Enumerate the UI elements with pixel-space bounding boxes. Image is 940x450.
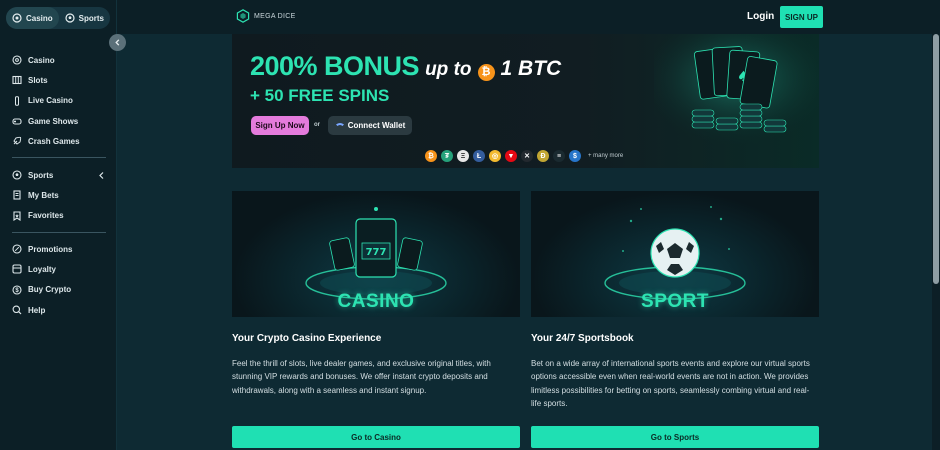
dice-logo-icon: [236, 9, 250, 23]
page-scrollbar[interactable]: [932, 0, 940, 450]
sidebar-item-label: Buy Crypto: [28, 285, 72, 295]
football-icon: [65, 13, 75, 23]
sidebar-item-label: Crash Games: [28, 136, 80, 146]
go-to-sports-button[interactable]: Go to Sports: [531, 426, 819, 448]
sidebar-item-casino[interactable]: Casino: [0, 50, 117, 70]
sidebar-item-label: Sports: [28, 170, 54, 180]
chevron-left-icon[interactable]: [98, 171, 105, 179]
sidebar-item-crash-games[interactable]: Crash Games: [0, 131, 117, 151]
sidebar-item-label: Casino: [28, 55, 55, 65]
chevron-left-icon: [115, 39, 120, 46]
signup-now-button[interactable]: Sign Up Now: [251, 116, 309, 135]
scrollbar-thumb[interactable]: [933, 34, 939, 284]
switch-casino-label: Casino: [26, 13, 53, 23]
live-casino-icon: [15, 96, 19, 106]
crypto-coin-icon: Ð: [537, 150, 549, 162]
sport-feature-image[interactable]: SPORT: [531, 191, 819, 317]
crypto-coin-list: ₿ ₮ Ξ Ł ◎ ▼ ✕ Ð ≡ $ + many more: [425, 150, 623, 162]
top-header: MEGA DICE Login SIGN UP: [117, 0, 940, 34]
crypto-coin-icon: ◎: [489, 150, 501, 162]
promo-banner[interactable]: 200% BONUS up to ₿ 1 BTC + 50 FREE SPINS…: [232, 34, 819, 168]
casino-title: Your Crypto Casino Experience: [232, 333, 382, 344]
bonus-percent: 200% BONUS: [250, 51, 420, 81]
sidebar-item-favorites[interactable]: Favorites: [0, 206, 117, 226]
nav-group-casino: Casino Slots Live Casino Game Shows Cras…: [0, 50, 117, 151]
free-spins-text: + 50 FREE SPINS: [250, 86, 390, 105]
loyalty-icon: [12, 264, 22, 274]
sport-description: Bet on a wide array of international spo…: [531, 359, 810, 409]
sidebar-collapse-button[interactable]: [109, 34, 126, 51]
crypto-coin-icon: ₿: [425, 150, 437, 162]
football-icon: [12, 170, 22, 180]
sidebar-item-label: Game Shows: [28, 116, 79, 126]
switch-sports-label: Sports: [78, 13, 105, 23]
crypto-coin-icon: ✕: [521, 150, 533, 162]
sidebar-item-label: Favorites: [28, 211, 64, 221]
help-search-icon: [12, 305, 22, 315]
many-more-text: + many more: [588, 153, 624, 159]
casino-description: Feel the thrill of slots, live dealer ga…: [232, 359, 491, 395]
crypto-coin-icon: ≡: [553, 150, 565, 162]
crypto-icon: $: [12, 285, 22, 295]
sidebar-item-loyalty[interactable]: Loyalty: [0, 259, 117, 279]
game-shows-icon: [12, 118, 22, 125]
nav-group-sports: Sports My Bets Favorites: [0, 165, 117, 226]
go-to-casino-button[interactable]: Go to Casino: [232, 426, 520, 448]
crypto-coin-icon: ▼: [505, 150, 517, 162]
sidebar-divider: [12, 232, 106, 233]
casino-image-label: CASINO: [337, 291, 415, 312]
crypto-coin-icon: ₮: [441, 150, 453, 162]
sidebar-divider: [12, 157, 106, 158]
sidebar-item-label: Promotions: [28, 244, 73, 254]
casino-chip-icon: [12, 13, 22, 23]
sidebar-item-label: Help: [28, 305, 46, 315]
sidebar-item-slots[interactable]: Slots: [0, 70, 117, 90]
sidebar-item-my-bets[interactable]: My Bets: [0, 185, 117, 205]
casino-sports-switch: Casino Sports: [6, 7, 110, 29]
crypto-coin-icon: Ł: [473, 150, 485, 162]
casino-chip-icon: [12, 55, 22, 65]
sidebar-item-live-casino[interactable]: Live Casino: [0, 91, 117, 111]
svg-text:777: 777: [366, 247, 387, 258]
logo-text: MEGA DICE: [254, 12, 296, 20]
login-link[interactable]: Login: [747, 11, 774, 22]
crypto-coin-icon: Ξ: [457, 150, 469, 162]
bitcoin-icon: ₿: [477, 64, 495, 81]
or-text: or: [314, 122, 320, 128]
sidebar-item-label: Loyalty: [28, 264, 57, 274]
banner-headline: 200% BONUS up to ₿ 1 BTC: [250, 51, 561, 82]
switch-casino[interactable]: Casino: [6, 7, 59, 29]
crypto-coin-icon: $: [569, 150, 581, 162]
bonus-up-to: up to: [425, 59, 472, 80]
poker-cards-illustration: ♠: [654, 34, 819, 146]
switch-sports[interactable]: Sports: [59, 7, 110, 29]
sidebar-item-game-shows[interactable]: Game Shows: [0, 111, 117, 131]
rocket-icon: [13, 137, 22, 145]
logo[interactable]: MEGA DICE: [236, 9, 296, 23]
sidebar: Casino Sports Casino Slots Live Casino G…: [0, 0, 117, 450]
nav-group-misc: Promotions Loyalty $ Buy Crypto Help: [0, 239, 117, 320]
sidebar-item-buy-crypto[interactable]: $ Buy Crypto: [0, 280, 117, 300]
connect-wallet-label: Connect Wallet: [347, 121, 406, 130]
promotions-icon: [12, 244, 22, 254]
signup-button[interactable]: SIGN UP: [780, 6, 823, 28]
casino-feature-image[interactable]: 777 CASINO: [232, 191, 520, 317]
sidebar-item-sports[interactable]: Sports: [0, 165, 117, 185]
my-bets-icon: [13, 190, 21, 200]
sidebar-item-label: Slots: [28, 75, 48, 85]
bonus-btc-amount: 1 BTC: [500, 57, 562, 80]
connect-wallet-button[interactable]: Connect Wallet: [328, 116, 412, 135]
sport-image-label: SPORT: [641, 291, 709, 312]
sidebar-item-label: My Bets: [28, 190, 59, 200]
sidebar-item-promotions[interactable]: Promotions: [0, 239, 117, 259]
wallet-connect-icon: [335, 123, 344, 126]
sidebar-item-label: Live Casino: [28, 96, 73, 106]
favorites-icon: [13, 211, 21, 221]
sport-title: Your 24/7 Sportsbook: [531, 333, 634, 344]
sidebar-item-help[interactable]: Help: [0, 300, 117, 320]
slots-icon: [12, 76, 22, 85]
